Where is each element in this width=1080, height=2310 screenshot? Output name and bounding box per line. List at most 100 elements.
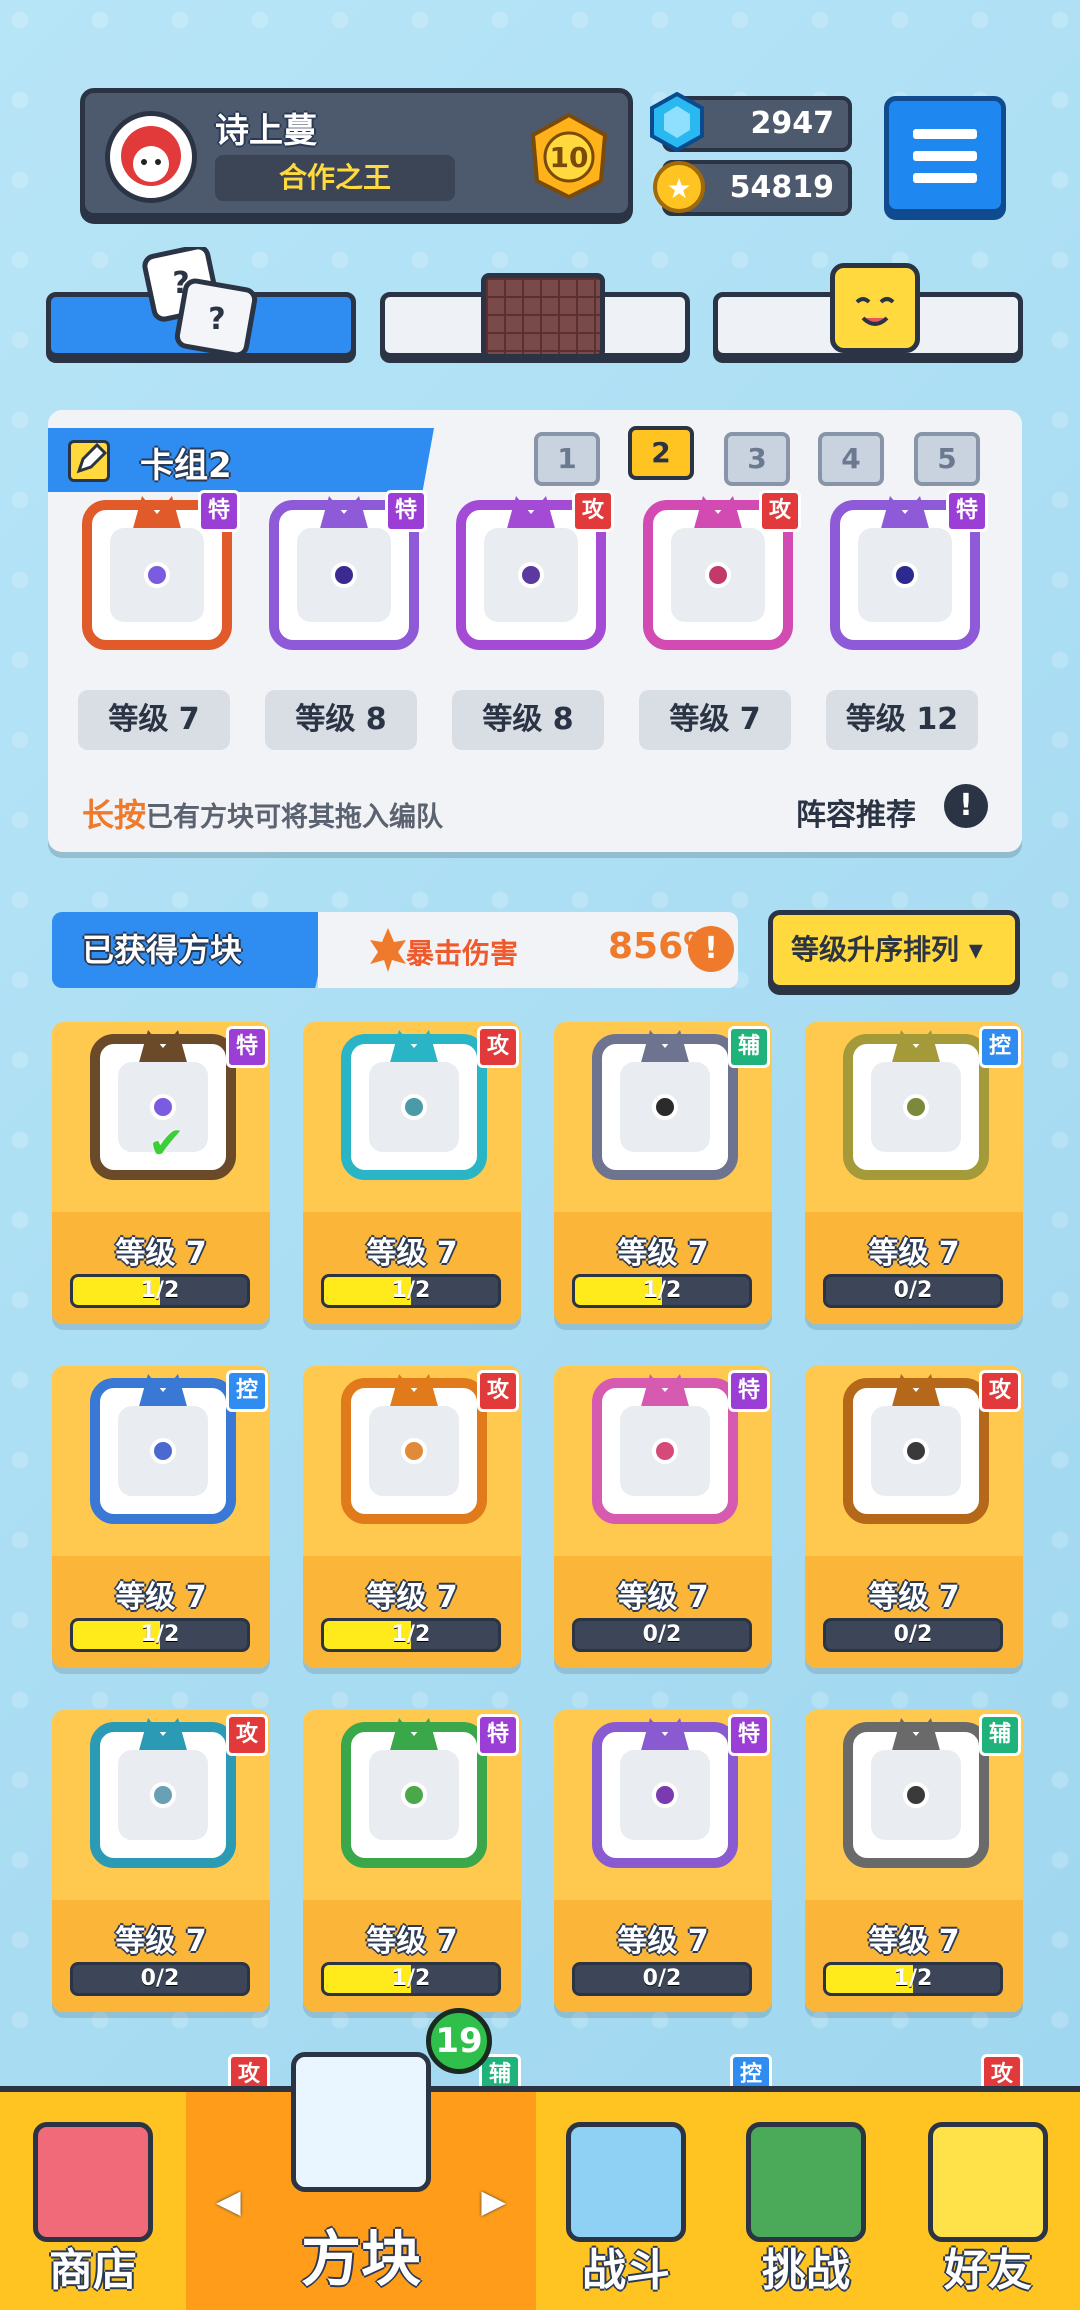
dragon-horn: [389, 1718, 439, 1754]
type-tag: 辅: [979, 1714, 1021, 1756]
progress-bar: 1/2: [321, 1618, 501, 1652]
nav-shop[interactable]: 商店: [0, 2092, 186, 2310]
recommend-button[interactable]: 阵容推荐: [796, 790, 916, 834]
dragon-horn: [132, 496, 182, 532]
owned-block-card[interactable]: 攻等级 7 0/2: [805, 1366, 1023, 1668]
deck-slot[interactable]: 特: [82, 490, 240, 650]
owned-block-card[interactable]: 特 ✔ 等级 7 1/2: [52, 1022, 270, 1324]
block-dice: [341, 1030, 487, 1180]
card-footer: 等级 7 0/2: [805, 1556, 1023, 1668]
nav-friends[interactable]: 好友: [896, 2092, 1080, 2310]
owned-block-card[interactable]: 攻等级 7 1/2: [303, 1022, 521, 1324]
progress-text: 1/2: [391, 1966, 431, 1991]
card-art: 特: [303, 1710, 521, 1900]
deck-number-4[interactable]: 4: [818, 432, 884, 486]
menu-icon-bar: [913, 151, 977, 161]
info-icon[interactable]: !: [944, 784, 988, 828]
dragon-horn: [506, 496, 556, 532]
avatar[interactable]: [105, 111, 197, 203]
card-art: 攻: [303, 1366, 521, 1556]
deck-number-5[interactable]: 5: [914, 432, 980, 486]
deck-number-1[interactable]: 1: [534, 432, 600, 486]
block-icon: [291, 2052, 431, 2192]
type-tag: 辅: [728, 1026, 770, 1068]
dragon-horn: [389, 1030, 439, 1066]
tab-board[interactable]: [380, 273, 690, 359]
deck-slot[interactable]: 攻: [456, 490, 614, 650]
profile-panel[interactable]: 诗上蔓 合作之王 10: [80, 88, 633, 218]
deck-level: 等级 8: [452, 690, 604, 750]
dice-face: [620, 1062, 710, 1152]
tab-dice[interactable]: ??: [46, 244, 356, 358]
menu-button[interactable]: [884, 96, 1006, 214]
deck-slot[interactable]: 特: [269, 490, 427, 650]
owned-block-card[interactable]: 控等级 7 0/2: [805, 1022, 1023, 1324]
deck-level: 等级 7: [78, 690, 230, 750]
nav-blocks[interactable]: ◀ ▶ 方块: [186, 2052, 536, 2310]
progress-bar: 1/2: [70, 1618, 250, 1652]
owned-block-card[interactable]: 攻等级 7 0/2: [52, 1710, 270, 2012]
dice-face: [118, 1750, 208, 1840]
card-art: 攻: [52, 1710, 270, 1900]
owned-block-card[interactable]: 控等级 7 1/2: [52, 1366, 270, 1668]
friends-icon: [928, 2122, 1048, 2242]
nav-challenge[interactable]: 挑战: [716, 2092, 896, 2310]
progress-bar: 0/2: [572, 1618, 752, 1652]
edit-icon[interactable]: [68, 440, 110, 482]
owned-block-card[interactable]: 特等级 7 1/2: [303, 1710, 521, 2012]
owned-block-card[interactable]: 特等级 7 0/2: [554, 1366, 772, 1668]
dice-pip: [401, 1438, 427, 1464]
deck-slot[interactable]: 特: [830, 490, 988, 650]
deck-title-bar[interactable]: 卡组2: [48, 428, 434, 492]
block-level: 等级 7: [868, 1236, 960, 1271]
dragon-horn: [138, 1718, 188, 1754]
dice-face: [871, 1406, 961, 1496]
dice-pip: [144, 562, 170, 588]
type-tag: 控: [979, 1026, 1021, 1068]
progress-text: 1/2: [140, 1278, 180, 1303]
block-dice: [341, 1718, 487, 1868]
menu-icon-bar: [913, 173, 977, 183]
nav-shop-label: 商店: [49, 2245, 137, 2296]
board-icon: [481, 273, 605, 359]
owned-block-card[interactable]: 特等级 7 0/2: [554, 1710, 772, 2012]
dice-pip: [331, 562, 357, 588]
sort-dropdown[interactable]: 等级升序排列 ▾: [768, 910, 1020, 990]
progress-text: 1/2: [391, 1622, 431, 1647]
block-level: 等级 7: [617, 1580, 709, 1615]
block-level: 等级 7: [617, 1924, 709, 1959]
svg-text:?: ?: [172, 266, 189, 301]
owned-block-card[interactable]: 攻等级 7 1/2: [303, 1366, 521, 1668]
equipped-check-icon: ✔: [148, 1118, 185, 1169]
emote-icon: [830, 263, 920, 353]
card-art: 特 ✔: [52, 1022, 270, 1212]
dragon-horn: [693, 496, 743, 532]
dragon-horn: [389, 1374, 439, 1410]
nav-battle[interactable]: 战斗: [536, 2092, 716, 2310]
block-dice: [843, 1030, 989, 1180]
block-dice: [843, 1374, 989, 1524]
owned-block-card[interactable]: 辅等级 7 1/2: [805, 1710, 1023, 2012]
dice-face: [484, 528, 578, 622]
dice-face: [110, 528, 204, 622]
type-tag: 特: [946, 490, 988, 532]
owned-block-card[interactable]: 辅等级 7 1/2: [554, 1022, 772, 1324]
card-footer: 等级 7 1/2: [303, 1556, 521, 1668]
deck-slot[interactable]: 攻: [643, 490, 801, 650]
block-dice: [592, 1030, 738, 1180]
dragon-horn: [640, 1718, 690, 1754]
crit-box[interactable]: 暴击伤害 856% !: [318, 912, 738, 988]
card-footer: 等级 7 1/2: [52, 1556, 270, 1668]
rank-badge: 10: [525, 111, 613, 200]
crit-info-icon[interactable]: !: [688, 926, 734, 972]
progress-text: 1/2: [140, 1622, 180, 1647]
card-art: 控: [52, 1366, 270, 1556]
deck-number-2[interactable]: 2: [628, 426, 694, 480]
card-footer: 等级 7 1/2: [52, 1212, 270, 1324]
deck-number-3[interactable]: 3: [724, 432, 790, 486]
tab-emote[interactable]: [713, 263, 1023, 358]
deck-level: 等级 7: [639, 690, 791, 750]
block-dice: [90, 1718, 236, 1868]
type-tag: 攻: [477, 1026, 519, 1068]
dragon-horn: [880, 496, 930, 532]
